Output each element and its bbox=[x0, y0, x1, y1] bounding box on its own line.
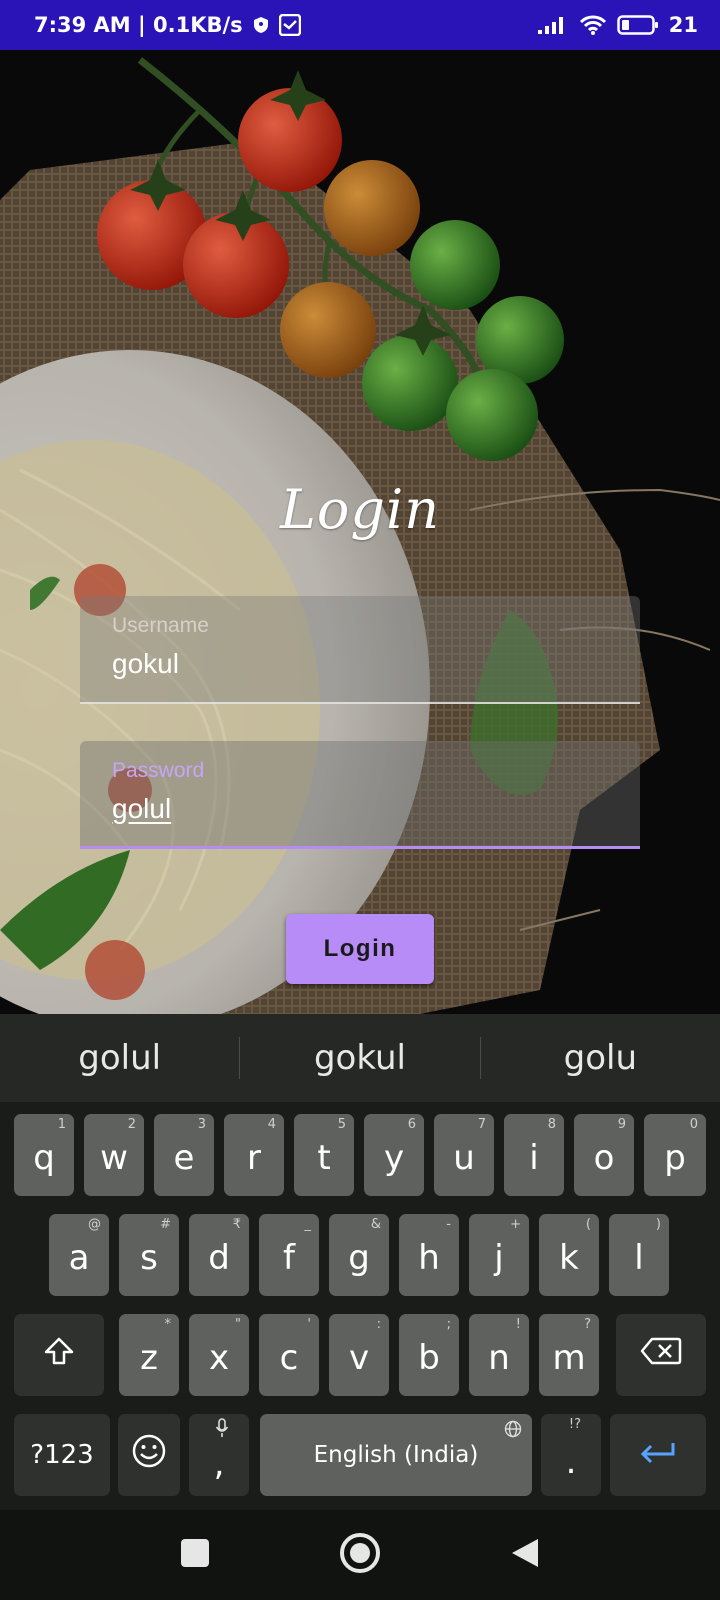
status-bar: 7:39 AM | 0.1KB/s 21 bbox=[0, 0, 720, 50]
key-n[interactable]: ! n bbox=[469, 1314, 529, 1396]
suggestion-item[interactable]: gokul bbox=[240, 1038, 479, 1078]
key-a[interactable]: @ a bbox=[49, 1214, 109, 1296]
space-key[interactable]: English (India) bbox=[260, 1414, 532, 1496]
key-v[interactable]: :v bbox=[329, 1314, 389, 1396]
square-icon bbox=[180, 1538, 210, 1573]
circle-icon bbox=[339, 1532, 381, 1579]
key-d[interactable]: ₹ d bbox=[189, 1214, 249, 1296]
signal-icon bbox=[537, 15, 569, 35]
key-w[interactable]: 2w bbox=[84, 1114, 144, 1196]
recents-button[interactable] bbox=[170, 1530, 220, 1580]
username-field[interactable]: Username gokul bbox=[80, 596, 640, 704]
key-x[interactable]: " x bbox=[189, 1314, 249, 1396]
key-r[interactable]: 4r bbox=[224, 1114, 284, 1196]
period-key[interactable]: !? . bbox=[541, 1414, 601, 1496]
enter-key[interactable] bbox=[610, 1414, 706, 1496]
wifi-icon bbox=[579, 14, 607, 36]
key-f[interactable]: _ f bbox=[259, 1214, 319, 1296]
shift-key[interactable] bbox=[14, 1314, 104, 1396]
username-input[interactable]: gokul bbox=[112, 648, 179, 680]
key-e[interactable]: 3e bbox=[154, 1114, 214, 1196]
emoji-key[interactable] bbox=[118, 1414, 180, 1496]
backspace-icon bbox=[640, 1335, 682, 1375]
key-b[interactable]: ; b bbox=[399, 1314, 459, 1396]
key-i[interactable]: 8i bbox=[504, 1114, 564, 1196]
key-k[interactable]: (k bbox=[539, 1214, 599, 1296]
triangle-back-icon bbox=[510, 1537, 540, 1574]
comma-key[interactable]: , bbox=[189, 1414, 249, 1496]
mic-icon bbox=[215, 1418, 229, 1442]
key-p[interactable]: 0p bbox=[644, 1114, 706, 1196]
suggestion-item[interactable]: golul bbox=[0, 1038, 239, 1078]
status-left: 7:39 AM | 0.1KB/s bbox=[34, 13, 301, 37]
shift-icon bbox=[43, 1335, 75, 1376]
keyboard: 1q 2w 3e 4r 5t 6y 7u 8i 9o 0p @ a # s ₹ d _… bbox=[0, 1102, 720, 1510]
key-q[interactable]: 1q bbox=[14, 1114, 74, 1196]
notification-icon bbox=[278, 14, 301, 36]
shield-icon bbox=[253, 16, 269, 34]
key-s[interactable]: # s bbox=[119, 1214, 179, 1296]
navigation-bar bbox=[0, 1510, 720, 1600]
key-h[interactable]: -h bbox=[399, 1214, 459, 1296]
emoji-icon bbox=[131, 1433, 167, 1478]
suggestion-item[interactable]: golu bbox=[481, 1038, 720, 1078]
symbols-key[interactable]: ?123 bbox=[14, 1414, 110, 1496]
key-t[interactable]: 5t bbox=[294, 1114, 354, 1196]
status-time-speed: 7:39 AM | 0.1KB/s bbox=[34, 13, 243, 37]
key-g[interactable]: & g bbox=[329, 1214, 389, 1296]
password-input[interactable]: golul bbox=[112, 793, 171, 825]
key-m[interactable]: ? m bbox=[539, 1314, 599, 1396]
username-label: Username bbox=[112, 614, 209, 637]
key-j[interactable]: + j bbox=[469, 1214, 529, 1296]
password-field[interactable]: Password golul bbox=[80, 741, 640, 849]
globe-icon bbox=[504, 1420, 522, 1442]
status-right: 21 bbox=[537, 13, 698, 37]
login-button[interactable]: Login bbox=[286, 914, 434, 984]
backspace-key[interactable] bbox=[616, 1314, 706, 1396]
enter-icon bbox=[639, 1435, 677, 1475]
battery-percent: 21 bbox=[668, 13, 698, 37]
key-o[interactable]: 9o bbox=[574, 1114, 634, 1196]
key-y[interactable]: 6y bbox=[364, 1114, 424, 1196]
key-u[interactable]: 7u bbox=[434, 1114, 494, 1196]
key-l[interactable]: ) l bbox=[609, 1214, 669, 1296]
password-label: Password bbox=[112, 759, 205, 782]
back-button[interactable] bbox=[500, 1530, 550, 1580]
home-button[interactable] bbox=[335, 1530, 385, 1580]
key-c[interactable]: ' c bbox=[259, 1314, 319, 1396]
suggestion-bar: golul gokul golu bbox=[0, 1014, 720, 1102]
battery-icon bbox=[617, 14, 659, 36]
key-z[interactable]: * z bbox=[119, 1314, 179, 1396]
login-title: Login bbox=[280, 478, 440, 541]
